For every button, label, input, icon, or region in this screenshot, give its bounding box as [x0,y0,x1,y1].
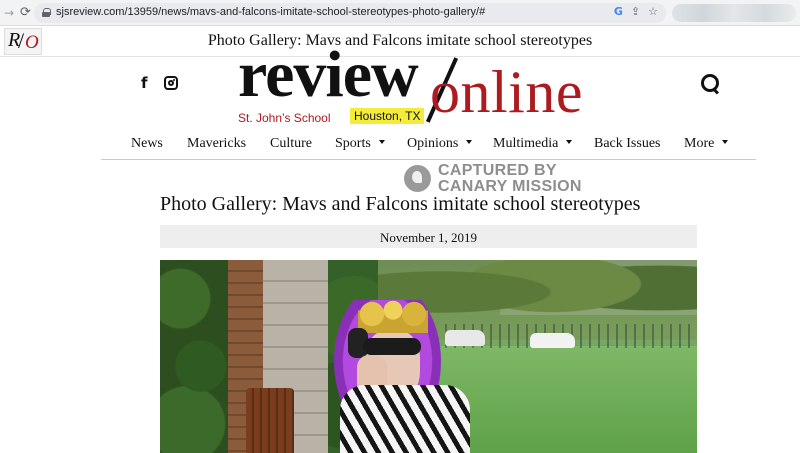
url-text[interactable]: sjsreview.com/13959/news/mavs-and-falcon… [56,6,485,18]
nav-label-opinions: Opinions [407,136,459,151]
facebook-icon[interactable]: f [141,74,148,92]
article-title: Photo Gallery: Mavs and Falcons imitate … [160,193,641,215]
chevron-down-icon[interactable] [378,139,385,144]
forward-icon[interactable]: → [4,6,14,20]
logo-school-name: St. John’s School [238,111,331,125]
address-bar[interactable]: sjsreview.com/13959/news/mavs-and-falcon… [34,3,666,23]
nav-item-back-issues[interactable]: Back Issues [594,136,661,152]
nav-label-culture: Culture [270,136,312,151]
gallery-photo[interactable] [160,260,697,453]
blurred-extensions-area [672,4,796,22]
canary-bird-icon [404,165,431,192]
instagram-icon[interactable] [164,76,178,90]
bookmark-star-icon[interactable]: ☆ [648,5,658,18]
photo-crown [358,295,428,333]
nav-label-news: News [131,136,163,151]
photo-ivy [160,260,228,453]
nav-label-mavericks: Mavericks [187,136,247,151]
share-icon[interactable]: ⇪ [631,5,640,18]
nav-item-mavericks[interactable]: Mavericks [187,136,246,152]
google-lens-icon[interactable]: G [614,5,623,18]
nav-item-multimedia[interactable]: Multimedia [493,136,573,152]
nav-item-opinions[interactable]: Opinions [407,136,473,152]
nav-item-more[interactable]: More [684,136,729,152]
chevron-down-icon[interactable] [566,139,573,144]
nav-item-sports[interactable]: Sports [335,136,385,152]
photo-car [445,330,485,346]
photo-car [530,333,575,348]
nav-item-news[interactable]: News [131,136,163,152]
search-icon[interactable] [701,74,719,92]
nav-label-multimedia: Multimedia [493,136,559,151]
chevron-down-icon[interactable] [466,139,473,144]
photo-bench [246,388,294,453]
date-bar: November 1, 2019 [160,225,697,248]
lock-icon[interactable] [42,8,51,17]
nav-label-back-issues: Back Issues [594,136,661,151]
chevron-down-icon[interactable] [722,139,729,144]
photo-zebra-top [340,385,470,453]
reload-icon[interactable]: ⟳ [20,5,31,20]
nav-label-more: More [684,136,715,151]
logo-review-text: review [238,38,419,111]
main-nav: News Mavericks Culture Sports Opinions M… [101,130,756,160]
nav-label-sports: Sports [335,136,371,151]
browser-chrome: → ⟳ sjsreview.com/13959/news/mavs-and-fa… [0,0,800,26]
article-date: November 1, 2019 [379,230,478,245]
logo-city: Houston, TX [350,108,425,124]
nav-item-culture[interactable]: Culture [270,136,312,152]
photo-sunglasses [363,338,421,355]
address-bar-actions: G ⇪ ☆ [614,5,658,18]
logo-online-text: online [430,59,583,125]
